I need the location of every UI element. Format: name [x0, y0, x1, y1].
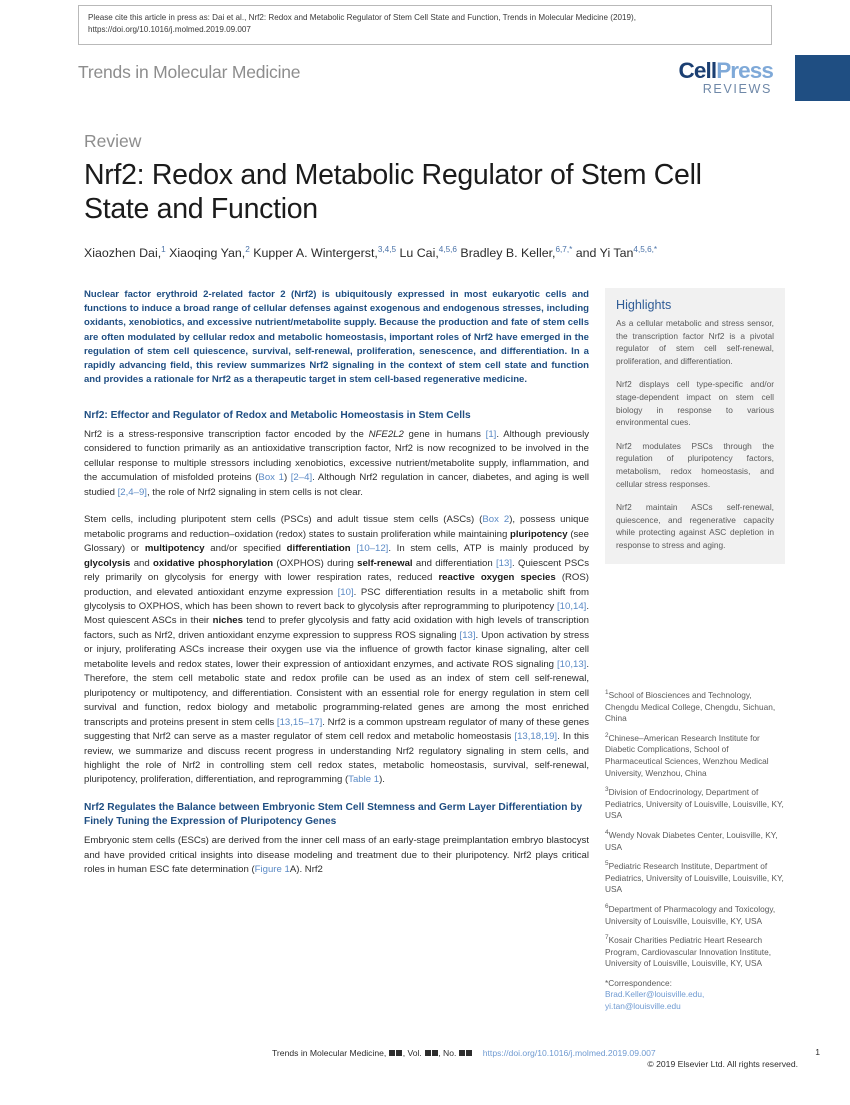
- footer-copyright: © 2019 Elsevier Ltd. All rights reserved…: [647, 1059, 798, 1069]
- placeholder-box-icon: [396, 1050, 403, 1056]
- logo-cell-text: Cell: [678, 58, 718, 83]
- logo-press-text: Press: [716, 58, 774, 83]
- citation-ref[interactable]: [13]: [460, 630, 476, 641]
- author-affil-marker: 6,7,*: [555, 244, 573, 254]
- glossary-term: multipotency: [144, 543, 205, 555]
- correspondence-label: *Correspondence:: [605, 977, 672, 988]
- highlight-item: As a cellular metabolic and stress senso…: [616, 318, 774, 366]
- placeholder-box-icon: [424, 1050, 431, 1056]
- author-name: Lu Cai,: [396, 246, 439, 260]
- footer-doi-link[interactable]: https://doi.org/10.1016/j.molmed.2019.09…: [483, 1048, 656, 1058]
- glossary-term: pluripotency: [510, 528, 568, 540]
- glossary-term: glycolysis: [84, 557, 131, 569]
- affiliation-item: 2Chinese–American Research Institute for…: [605, 732, 785, 779]
- author-name: Xiaoqing Yan,: [165, 246, 246, 260]
- glossary-term: niches: [212, 615, 243, 627]
- citation-banner: Please cite this article in press as: Da…: [78, 5, 772, 45]
- page-title: Nrf2: Redox and Metabolic Regulator of S…: [84, 159, 702, 225]
- author-affil-marker: 4,5,6,*: [633, 244, 658, 254]
- citation-ref[interactable]: [13]: [496, 558, 512, 569]
- table-link[interactable]: Table 1: [348, 774, 379, 785]
- footer-citation-line: Trends in Molecular Medicine, , Vol. , N…: [272, 1048, 656, 1058]
- abstract-text: Nuclear factor erythroid 2-related facto…: [84, 289, 589, 386]
- affiliation-text: Chinese–American Research Institute for …: [605, 732, 769, 778]
- affiliation-text: Kosair Charities Pediatric Heart Researc…: [605, 935, 772, 969]
- citation-ref[interactable]: [13,15–17]: [277, 717, 322, 728]
- affiliation-text: Wendy Novak Diabetes Center, Louisville,…: [605, 829, 778, 852]
- placeholder-box-icon: [459, 1050, 466, 1056]
- section-2-paragraph-1: Embryonic stem cells (ESCs) are derived …: [84, 835, 589, 875]
- page-number: 1: [815, 1047, 820, 1057]
- placeholder-box-icon: [431, 1050, 438, 1056]
- citation-ref[interactable]: [13,18,19]: [514, 731, 557, 742]
- glossary-term: self-renewal: [357, 557, 413, 569]
- page-footer: Trends in Molecular Medicine, , Vol. , N…: [0, 1047, 850, 1081]
- highlight-item: Nrf2 displays cell type-specific and/or …: [616, 379, 774, 428]
- citation-ref[interactable]: [10–12]: [356, 543, 388, 554]
- citation-ref[interactable]: [1]: [486, 429, 497, 440]
- highlights-title: Highlights: [616, 298, 672, 312]
- citation-ref[interactable]: [2–4]: [291, 472, 312, 483]
- citation-ref[interactable]: [10]: [338, 587, 354, 598]
- affiliation-item: 3Division of Endocrinology, Department o…: [605, 787, 785, 822]
- placeholder-box-icon: [466, 1050, 473, 1056]
- author-affil-marker: 4,5,6: [438, 244, 457, 254]
- box-link[interactable]: Box 2: [482, 514, 509, 525]
- cellpress-wordmark: CellPress: [678, 58, 774, 83]
- citation-ref[interactable]: [2,4–9]: [118, 487, 147, 498]
- affiliation-text: Department of Pharmacology and Toxicolog…: [605, 903, 776, 926]
- main-column: Nuclear factor erythroid 2-related facto…: [84, 288, 589, 877]
- citation-ref[interactable]: [10,14]: [557, 601, 586, 612]
- gene-name: NFE2L2: [368, 429, 404, 441]
- author-name: Kupper A. Wintergerst,: [249, 246, 378, 260]
- article-type-kicker: Review: [84, 131, 142, 151]
- affiliation-item: 1School of Biosciences and Technology, C…: [605, 690, 785, 725]
- author-name: Bradley B. Keller,: [456, 246, 556, 260]
- author-name: Xiaozhen Dai,: [84, 246, 162, 260]
- highlight-item: Nrf2 modulates PSCs through the regulati…: [616, 440, 774, 489]
- affiliation-item: 6Department of Pharmacology and Toxicolo…: [605, 903, 785, 927]
- footer-no-label: No.: [443, 1048, 457, 1058]
- affiliations-list: 1School of Biosciences and Technology, C…: [605, 690, 785, 1013]
- citation-ref[interactable]: [10,13]: [557, 659, 586, 670]
- affiliation-item: 5Pediatric Research Institute, Departmen…: [605, 861, 785, 896]
- affiliation-text: Division of Endocrinology, Department of…: [605, 787, 784, 821]
- footer-journal-name: Trends in Molecular Medicine,: [272, 1048, 387, 1058]
- footer-citation: Trends in Molecular Medicine, , Vol. , N…: [272, 1047, 772, 1059]
- logo-reviews-text: REVIEWS: [702, 82, 772, 96]
- glossary-term: reactive oxygen species: [438, 572, 556, 584]
- journal-header: Trends in Molecular Medicine CellPress R…: [78, 55, 850, 104]
- author-list: Xiaozhen Dai,1 Xiaoqing Yan,2 Kupper A. …: [84, 245, 784, 262]
- affiliation-text: Pediatric Research Institute, Department…: [605, 861, 784, 895]
- section-heading-2: Nrf2 Regulates the Balance between Embry…: [84, 801, 583, 828]
- correspondence-email-1[interactable]: Brad.Keller@louisville.edu,: [605, 989, 785, 1001]
- cellpress-logo: CellPress REVIEWS: [678, 58, 774, 96]
- placeholder-box-icon: [389, 1050, 396, 1056]
- correspondence-email-2[interactable]: yi.tan@louisville.edu: [605, 1001, 785, 1013]
- side-column: Highlights As a cellular metabolic and s…: [605, 288, 785, 564]
- section-heading-1: Nrf2: Effector and Regulator of Redox an…: [84, 410, 471, 422]
- glossary-term: oxidative phosphorylation: [153, 557, 274, 569]
- journal-name: Trends in Molecular Medicine: [78, 62, 301, 82]
- header-accent-block: [795, 55, 850, 101]
- section-1-paragraph-2: Stem cells, including pluripotent stem c…: [84, 514, 590, 786]
- box-link[interactable]: Box 1: [258, 472, 284, 483]
- article-page: Please cite this article in press as: Da…: [0, 0, 850, 1105]
- affiliation-item: 7Kosair Charities Pediatric Heart Resear…: [605, 935, 785, 970]
- highlights-box: Highlights As a cellular metabolic and s…: [605, 288, 785, 564]
- footer-vol-label: Vol.: [407, 1048, 422, 1058]
- author-name: and Yi Tan: [572, 246, 634, 260]
- glossary-term: differentiation: [286, 543, 351, 555]
- author-affil-marker: 3,4,5: [377, 244, 397, 254]
- figure-link[interactable]: Figure 1: [255, 864, 290, 875]
- affiliation-text: School of Biosciences and Technology, Ch…: [605, 690, 776, 724]
- highlight-item: Nrf2 maintain ASCs self-renewal, quiesce…: [616, 502, 774, 550]
- affiliation-item: 4Wendy Novak Diabetes Center, Louisville…: [605, 829, 785, 853]
- section-1-paragraph-1: Nrf2 is a stress-responsive transcriptio…: [84, 429, 589, 498]
